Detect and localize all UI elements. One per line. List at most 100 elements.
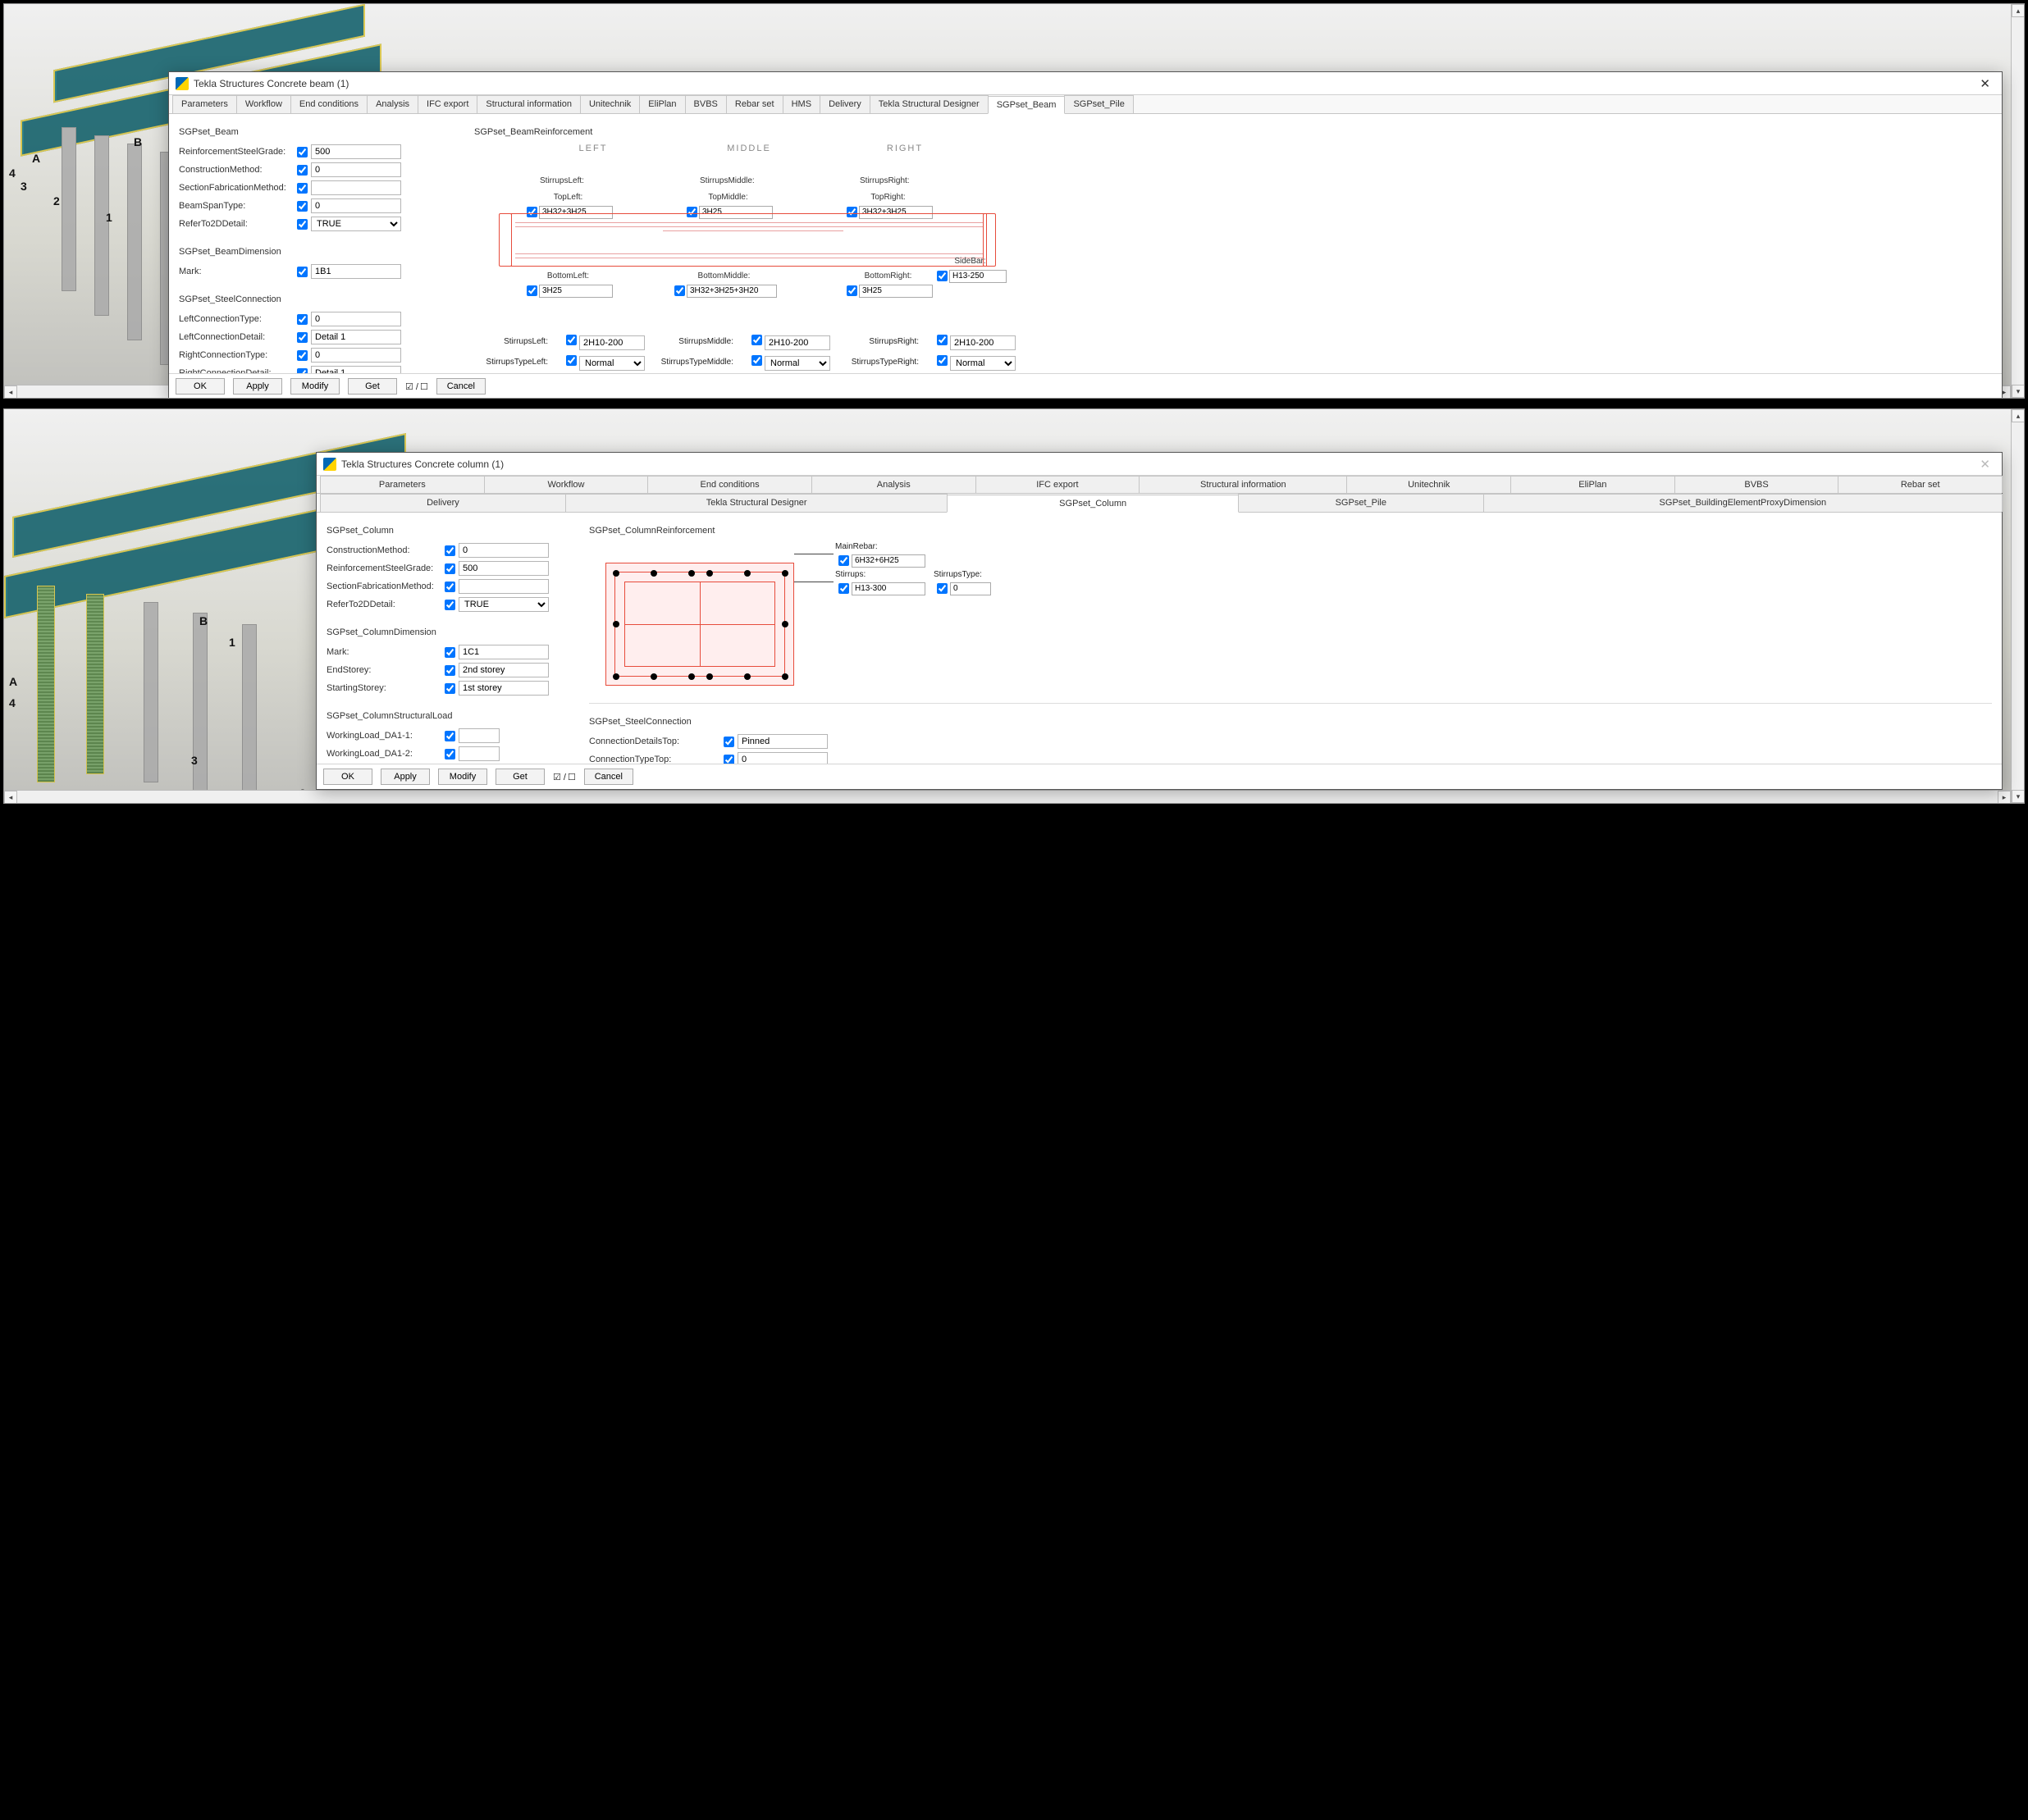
chk-stirrups-left[interactable]	[566, 335, 577, 345]
chk-reinf-steel-grade[interactable]	[297, 147, 308, 157]
tab-eliplan[interactable]: EliPlan	[639, 95, 685, 113]
close-icon-col[interactable]: ✕	[1975, 457, 1995, 472]
tab-hms[interactable]: HMS	[783, 95, 820, 113]
chk-stirrups-c[interactable]	[838, 583, 849, 594]
sel-stirrups-type-middle[interactable]: Normal	[765, 356, 830, 371]
scroll-left-icon-2[interactable]: ◂	[4, 791, 17, 803]
tab-analysis[interactable]: Analysis	[367, 95, 418, 113]
sel-refer-2d-c[interactable]: TRUE	[459, 597, 549, 612]
modify-button-col[interactable]: Modify	[438, 769, 487, 785]
toggle-all[interactable]: ☑ / ☐	[405, 381, 428, 392]
tab-bvbs[interactable]: BVBS	[685, 95, 727, 113]
chk-end-storey[interactable]	[445, 665, 455, 676]
apply-button-col[interactable]: Apply	[381, 769, 430, 785]
ok-button[interactable]: OK	[176, 378, 225, 395]
chk-wl-da11[interactable]	[445, 731, 455, 741]
chk-left-conn-detail[interactable]	[297, 332, 308, 343]
in-bottom-right[interactable]	[859, 285, 933, 298]
tab-workflow-col[interactable]: Workflow	[484, 476, 649, 493]
in-stirrups-left[interactable]	[579, 335, 645, 350]
tab-rebar-set-col[interactable]: Rebar set	[1838, 476, 2003, 493]
tab-tsd-col[interactable]: Tekla Structural Designer	[565, 494, 948, 512]
tab-tsd[interactable]: Tekla Structural Designer	[870, 95, 989, 113]
in-right-conn-detail[interactable]	[311, 366, 401, 373]
scroll-left-icon[interactable]: ◂	[4, 385, 17, 398]
in-mark[interactable]	[311, 264, 401, 279]
chk-bottom-middle[interactable]	[674, 285, 685, 296]
chk-mark-c[interactable]	[445, 647, 455, 658]
toggle-all-col[interactable]: ☑ / ☐	[553, 772, 576, 782]
in-reinf-steel-grade-c[interactable]	[459, 561, 549, 576]
tab-sgpset-beam[interactable]: SGPset_Beam	[988, 96, 1066, 114]
tab-rebar-set[interactable]: Rebar set	[726, 95, 783, 113]
sel-refer-2d[interactable]: TRUE	[311, 217, 401, 231]
tab-ifc-export[interactable]: IFC export	[418, 95, 477, 113]
close-icon[interactable]: ✕	[1975, 76, 1995, 91]
chk-refer-2d-c[interactable]	[445, 600, 455, 610]
tab-end-conditions-col[interactable]: End conditions	[647, 476, 812, 493]
in-stirrups-c[interactable]	[852, 582, 925, 595]
tab-eliplan-col[interactable]: EliPlan	[1510, 476, 1675, 493]
chk-right-conn-type[interactable]	[297, 350, 308, 361]
chk-construction-method-c[interactable]	[445, 545, 455, 556]
tab-structural-information[interactable]: Structural information	[477, 95, 581, 113]
in-construction-method[interactable]	[311, 162, 401, 177]
tab-sgpset-pile-col[interactable]: SGPset_Pile	[1238, 494, 1484, 512]
dialog-titlebar[interactable]: Tekla Structures Concrete beam (1) ✕	[169, 72, 2002, 95]
dialog-titlebar-col[interactable]: Tekla Structures Concrete column (1) ✕	[317, 453, 2002, 476]
chk-stirrups-type-left[interactable]	[566, 355, 577, 366]
tab-end-conditions[interactable]: End conditions	[290, 95, 368, 113]
chk-section-fab-method-c[interactable]	[445, 582, 455, 592]
chk-stirrups-type-middle[interactable]	[751, 355, 762, 366]
chk-stirrups-middle[interactable]	[751, 335, 762, 345]
in-beam-span-type[interactable]	[311, 198, 401, 213]
get-button[interactable]: Get	[348, 378, 397, 395]
scroll-up-icon[interactable]: ▴	[2012, 4, 2024, 17]
cancel-button[interactable]: Cancel	[436, 378, 486, 395]
tab-parameters[interactable]: Parameters	[172, 95, 237, 113]
tab-analysis-col[interactable]: Analysis	[811, 476, 976, 493]
tab-unitechnik-col[interactable]: Unitechnik	[1346, 476, 1511, 493]
in-stirrups-middle[interactable]	[765, 335, 830, 350]
in-construction-method-c[interactable]	[459, 543, 549, 558]
chk-cdt[interactable]	[724, 737, 734, 747]
3d-viewport-column[interactable]: B 1 A 4 3 2 z y x ▴ ▾ ◂ ▸	[4, 409, 2024, 803]
in-bottom-left[interactable]	[539, 285, 613, 298]
tab-parameters-col[interactable]: Parameters	[320, 476, 485, 493]
chk-reinf-steel-grade-c[interactable]	[445, 563, 455, 574]
chk-start-storey[interactable]	[445, 683, 455, 694]
in-reinf-steel-grade[interactable]	[311, 144, 401, 159]
chk-construction-method[interactable]	[297, 165, 308, 176]
in-left-conn-detail[interactable]	[311, 330, 401, 344]
chk-mark[interactable]	[297, 267, 308, 277]
tab-delivery-col[interactable]: Delivery	[320, 494, 566, 512]
chk-sidebar[interactable]	[937, 271, 948, 281]
chk-refer-2d[interactable]	[297, 219, 308, 230]
in-wl-da12[interactable]	[459, 746, 500, 761]
tab-sgpset-column[interactable]: SGPset_Column	[947, 495, 1238, 513]
tab-sgpset-pile[interactable]: SGPset_Pile	[1064, 95, 1133, 113]
scroll-up-icon-2[interactable]: ▴	[2012, 409, 2024, 422]
scroll-down-icon[interactable]: ▾	[2012, 385, 2024, 398]
in-stirrups-right[interactable]	[950, 335, 1016, 350]
in-end-storey[interactable]	[459, 663, 549, 677]
chk-stirrups-type-c[interactable]	[937, 583, 948, 594]
tab-workflow[interactable]: Workflow	[236, 95, 291, 113]
in-main-rebar[interactable]	[852, 554, 925, 568]
in-cdt[interactable]	[738, 734, 828, 749]
viewport-scrollbar-horizontal-2[interactable]: ◂ ▸	[4, 790, 2011, 803]
chk-beam-span-type[interactable]	[297, 201, 308, 212]
tab-bvbs-col[interactable]: BVBS	[1674, 476, 1839, 493]
tab-structural-information-col[interactable]: Structural information	[1139, 476, 1347, 493]
sel-stirrups-type-right[interactable]: Normal	[950, 356, 1016, 371]
in-mark-c[interactable]	[459, 645, 549, 659]
chk-ctt[interactable]	[724, 755, 734, 764]
viewport-scrollbar-vertical[interactable]: ▴ ▾	[2011, 4, 2024, 398]
in-wl-da11[interactable]	[459, 728, 500, 743]
in-right-conn-type[interactable]	[311, 348, 401, 363]
in-section-fab-method-c[interactable]	[459, 579, 549, 594]
in-bottom-middle[interactable]	[687, 285, 777, 298]
in-sidebar[interactable]	[949, 270, 1007, 283]
chk-wl-da12[interactable]	[445, 749, 455, 759]
chk-bottom-left[interactable]	[527, 285, 537, 296]
